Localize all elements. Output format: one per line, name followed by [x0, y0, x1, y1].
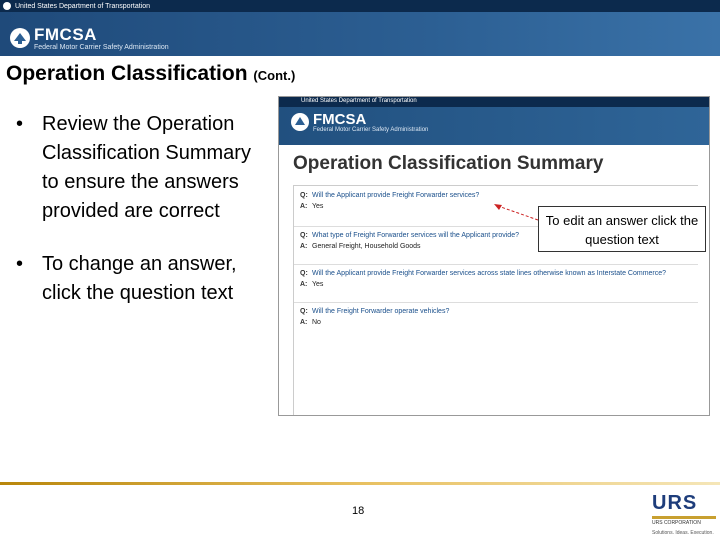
slide-title-text: Operation Classification [6, 62, 248, 85]
bullet-text: To change an answer, click the question … [42, 253, 237, 304]
urs-logo-sub: URS CORPORATION [652, 520, 701, 526]
bullet-text: Review the Operation Classification Summ… [42, 113, 251, 222]
answer-text: General Freight, Household Goods [312, 243, 421, 250]
a-label: A: [300, 243, 308, 250]
divider [294, 264, 698, 265]
callout-box: To edit an answer click the question tex… [538, 206, 706, 252]
slide-title: Operation Classification (Cont.) [6, 62, 295, 86]
slide-title-suffix: (Cont.) [253, 68, 296, 83]
bullet-item: • Review the Operation Classification Su… [16, 110, 266, 226]
footer-divider [0, 482, 720, 485]
answer-text: No [312, 319, 321, 326]
shot-top-bar: United States Department of Transportati… [279, 97, 709, 107]
shot-fmcsa-logo-icon [291, 113, 309, 131]
top-bar: United States Department of Transportati… [0, 0, 720, 12]
bullet-icon: • [16, 253, 24, 275]
a-label: A: [300, 281, 308, 288]
a-label: A: [300, 319, 308, 326]
bullet-list: • Review the Operation Classification Su… [16, 110, 266, 332]
department-text: United States Department of Transportati… [15, 2, 151, 10]
shot-agency-full-name: Federal Motor Carrier Safety Administrat… [313, 127, 429, 133]
agency-name: FMCSA [34, 25, 97, 44]
fmcsa-logo-icon [10, 28, 30, 48]
urs-tagline: Solutions. Ideas. Execution. [652, 530, 714, 536]
qa-item: Q: Will the Applicant provide Freight For… [300, 270, 696, 288]
summary-heading: Operation Classification Summary [293, 153, 604, 174]
question-link[interactable]: Will the Applicant provide Freight Forwa… [312, 270, 666, 277]
q-label: Q: [300, 192, 308, 199]
q-label: Q: [300, 232, 308, 239]
a-label: A: [300, 203, 308, 210]
urs-logo-bar [652, 516, 716, 519]
q-label: Q: [300, 270, 308, 277]
question-link[interactable]: What type of Freight Forwarder services … [312, 232, 519, 239]
header-banner: FMCSA Federal Motor Carrier Safety Admin… [0, 12, 720, 56]
divider [294, 302, 698, 303]
agency-full-name: Federal Motor Carrier Safety Administrat… [34, 44, 169, 51]
answer-text: Yes [312, 281, 324, 288]
shot-agency-name: FMCSA [313, 111, 367, 128]
summary-screenshot: United States Department of Transportati… [278, 96, 710, 416]
question-link[interactable]: Will the Freight Forwarder operate vehic… [312, 308, 449, 315]
bullet-icon: • [16, 113, 24, 135]
urs-logo: URS URS CORPORATION Solutions. Ideas. Ex… [652, 492, 716, 536]
page-number: 18 [352, 505, 365, 517]
callout-arrow-icon [494, 204, 539, 221]
qa-item: Q: Will the Freight Forwarder operate veh… [300, 308, 696, 326]
q-label: Q: [300, 308, 308, 315]
bullet-item: • To change an answer, click the questio… [16, 250, 266, 308]
urs-logo-mark: URS [652, 492, 698, 514]
question-link[interactable]: Will the Applicant provide Freight Forwa… [312, 192, 479, 199]
dot-seal-icon [3, 2, 11, 10]
shot-department-text: United States Department of Transportati… [301, 98, 417, 104]
answer-text: Yes [312, 203, 324, 210]
